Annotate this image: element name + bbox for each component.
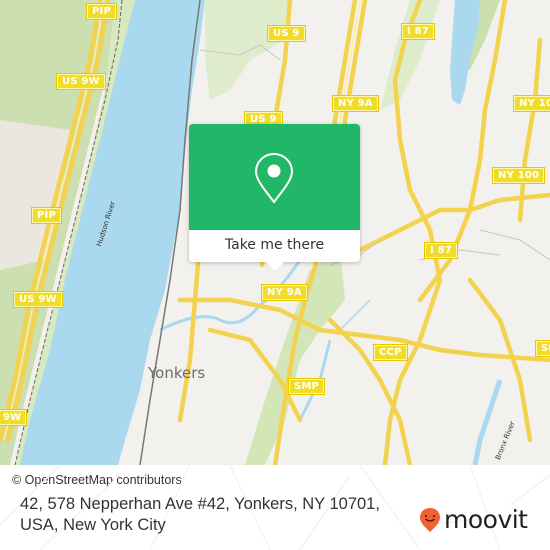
road-shield-i-87: I 87 — [401, 23, 435, 40]
road-shield-smp: SMP — [287, 378, 326, 395]
footer: 42, 578 Nepperhan Ave #42, Yonkers, NY 1… — [0, 465, 550, 550]
map-pin-icon — [254, 152, 294, 204]
road-shield-sb: SB — [534, 340, 550, 357]
popup-header — [189, 124, 360, 230]
road-shield-ny-100: NY 100 — [491, 167, 546, 184]
road-shield-ny-9a: NY 9A — [261, 284, 308, 301]
place-label-yonkers: Yonkers — [148, 364, 206, 382]
location-popup: Take me there — [189, 124, 360, 271]
address-text: 42, 578 Nepperhan Ave #42, Yonkers, NY 1… — [20, 495, 380, 534]
take-me-there-button[interactable]: Take me there — [189, 230, 360, 262]
road-shield-ny-9a: NY 9A — [332, 95, 379, 112]
road-shield-us-9w: US 9W — [13, 291, 63, 308]
road-shield-pip: PIP — [31, 207, 62, 224]
road-shield-us-9w: 9W — [0, 409, 28, 426]
map[interactable]: PIP US 9W PIP US 9W 9W US 9 US 9 I 87 NY… — [0, 0, 550, 465]
road-shield-ny-100: NY 100 — [512, 95, 550, 112]
road-shield-us-9: US 9 — [267, 25, 306, 42]
road-shield-pip: PIP — [86, 3, 117, 20]
moovit-wordmark: moovit — [444, 505, 528, 534]
popup-pointer — [266, 262, 284, 271]
road-shield-i-87: I 87 — [424, 242, 458, 259]
road-shield-us-9w: US 9W — [56, 73, 106, 90]
moovit-logo[interactable]: moovit — [419, 507, 528, 533]
road-shield-ccp: CCP — [373, 344, 408, 361]
moovit-pin-icon — [420, 508, 440, 532]
